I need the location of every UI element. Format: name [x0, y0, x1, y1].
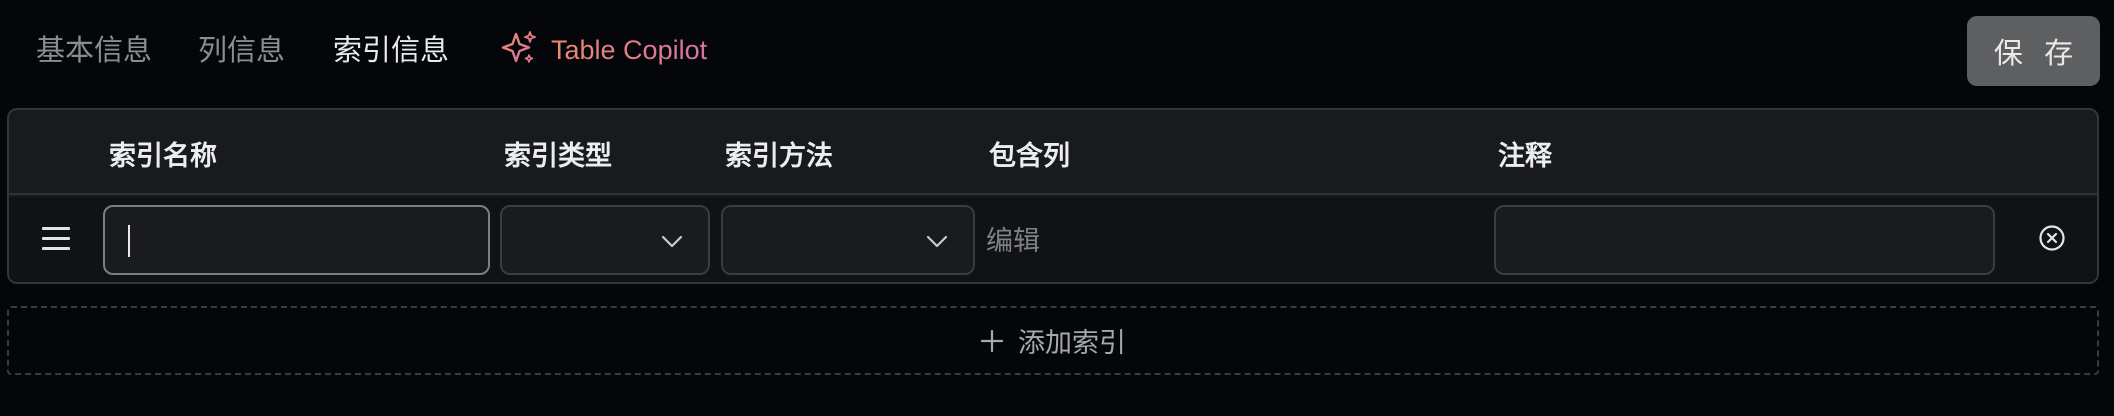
comment-input[interactable]: [1494, 205, 1995, 275]
index-name-input[interactable]: [103, 205, 490, 275]
top-bar: 基本信息 列信息 索引信息 Table Copilot 保 存: [0, 0, 2114, 100]
index-table: 索引名称 索引类型 索引方法 包含列 注释 编辑: [7, 108, 2099, 284]
header-index-method: 索引方法: [725, 141, 833, 172]
text-caret: [128, 225, 130, 257]
sparkle-icon: [500, 29, 538, 71]
header-index-name: 索引名称: [109, 141, 217, 172]
plus-icon: [980, 329, 1004, 352]
table-copilot-button[interactable]: Table Copilot: [500, 28, 707, 72]
header-comment: 注释: [1498, 141, 1552, 172]
close-circle-icon: [2039, 225, 2065, 251]
table-header: 索引名称 索引类型 索引方法 包含列 注释: [9, 110, 2097, 195]
edit-columns-link[interactable]: 编辑: [986, 219, 1040, 258]
table-row: 编辑: [9, 197, 2097, 282]
index-type-select[interactable]: [500, 205, 710, 275]
add-index-label: 添加索引: [1018, 328, 1126, 359]
remove-row-button[interactable]: [2037, 223, 2067, 253]
tab-index-info[interactable]: 索引信息: [333, 28, 449, 72]
index-method-select[interactable]: [721, 205, 975, 275]
copilot-label: Table Copilot: [551, 34, 708, 65]
chevron-down-icon: [926, 235, 948, 248]
tab-basic-info[interactable]: 基本信息: [36, 28, 152, 72]
save-button[interactable]: 保 存: [1967, 16, 2100, 86]
add-index-button[interactable]: 添加索引: [7, 306, 2099, 375]
chevron-down-icon: [661, 235, 683, 248]
header-index-type: 索引类型: [504, 141, 612, 172]
header-included-columns: 包含列: [989, 141, 1070, 172]
drag-handle-icon[interactable]: [42, 227, 70, 251]
tab-column-info[interactable]: 列信息: [198, 28, 285, 72]
